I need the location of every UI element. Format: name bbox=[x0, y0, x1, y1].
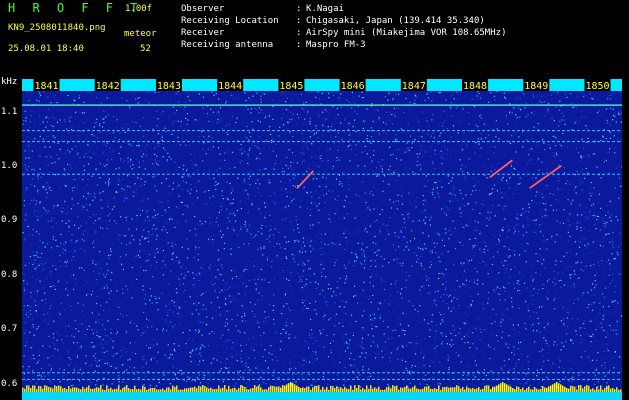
station-info-label-antenna: Receiving antenna bbox=[181, 40, 274, 50]
y-tick-label: 0.8 bbox=[1, 269, 18, 280]
x-tick-label: 1850 bbox=[585, 81, 609, 92]
y-axis-unit-label: kHz bbox=[1, 77, 18, 87]
station-info-value-antenna: Maspro FM-3 bbox=[306, 40, 366, 50]
station-info-label-location: Receiving Location bbox=[181, 16, 279, 26]
app-title: H R O F F T bbox=[8, 1, 143, 15]
x-tick-label: 1849 bbox=[524, 81, 548, 92]
x-tick-label: 1843 bbox=[157, 81, 181, 92]
x-tick-label: 1847 bbox=[402, 81, 426, 92]
station-info-value-receiver: AirSpy mini (Miakejima VOR 108.65MHz) bbox=[306, 28, 507, 38]
y-tick-label: 1.0 bbox=[1, 161, 18, 172]
x-tick-label: 1846 bbox=[341, 81, 365, 92]
meteor-label: meteor bbox=[124, 29, 157, 39]
station-info-colon: : bbox=[296, 28, 302, 38]
station-info-colon: : bbox=[296, 4, 302, 14]
station-info-value-location: Chigasaki, Japan (139.414 35.340) bbox=[306, 16, 485, 26]
station-info-value-observer: K.Nagai bbox=[306, 4, 344, 14]
y-tick-label: 0.9 bbox=[1, 215, 18, 226]
spectrogram-background bbox=[22, 79, 622, 400]
spectrogram-svg: 1841 1842 1843 1844 1845 1846 1847 1848 1849 1850 bbox=[22, 79, 622, 400]
station-info-colon: : bbox=[296, 16, 302, 26]
y-tick-label: 1.1 bbox=[1, 106, 18, 117]
station-info-label-receiver: Receiver bbox=[181, 28, 225, 38]
station-info-label-observer: Observer bbox=[181, 4, 225, 14]
station-info-colon: : bbox=[296, 40, 302, 50]
bottom-band bbox=[22, 392, 622, 400]
x-tick-label: 1842 bbox=[96, 81, 120, 92]
x-tick-label: 1848 bbox=[463, 81, 487, 92]
time-bar: 1841 1842 1843 1844 1845 1846 1847 1848 1849 1850 bbox=[22, 79, 622, 92]
x-tick-label: 1845 bbox=[279, 81, 303, 92]
meteor-count: 52 bbox=[140, 44, 151, 54]
y-tick-label: 0.6 bbox=[1, 378, 18, 389]
y-tick-label: 0.7 bbox=[1, 324, 18, 335]
app-version: 1.00f bbox=[125, 4, 153, 14]
timestamp: 25.08.01 18:40 bbox=[8, 44, 84, 54]
x-tick-label: 1841 bbox=[34, 81, 58, 92]
spectrogram-plot: 1841 1842 1843 1844 1845 1846 1847 1848 1849 1850 bbox=[22, 79, 622, 400]
file-name: KN9_2508011840.png bbox=[8, 23, 106, 33]
x-tick-label: 1844 bbox=[218, 81, 242, 92]
